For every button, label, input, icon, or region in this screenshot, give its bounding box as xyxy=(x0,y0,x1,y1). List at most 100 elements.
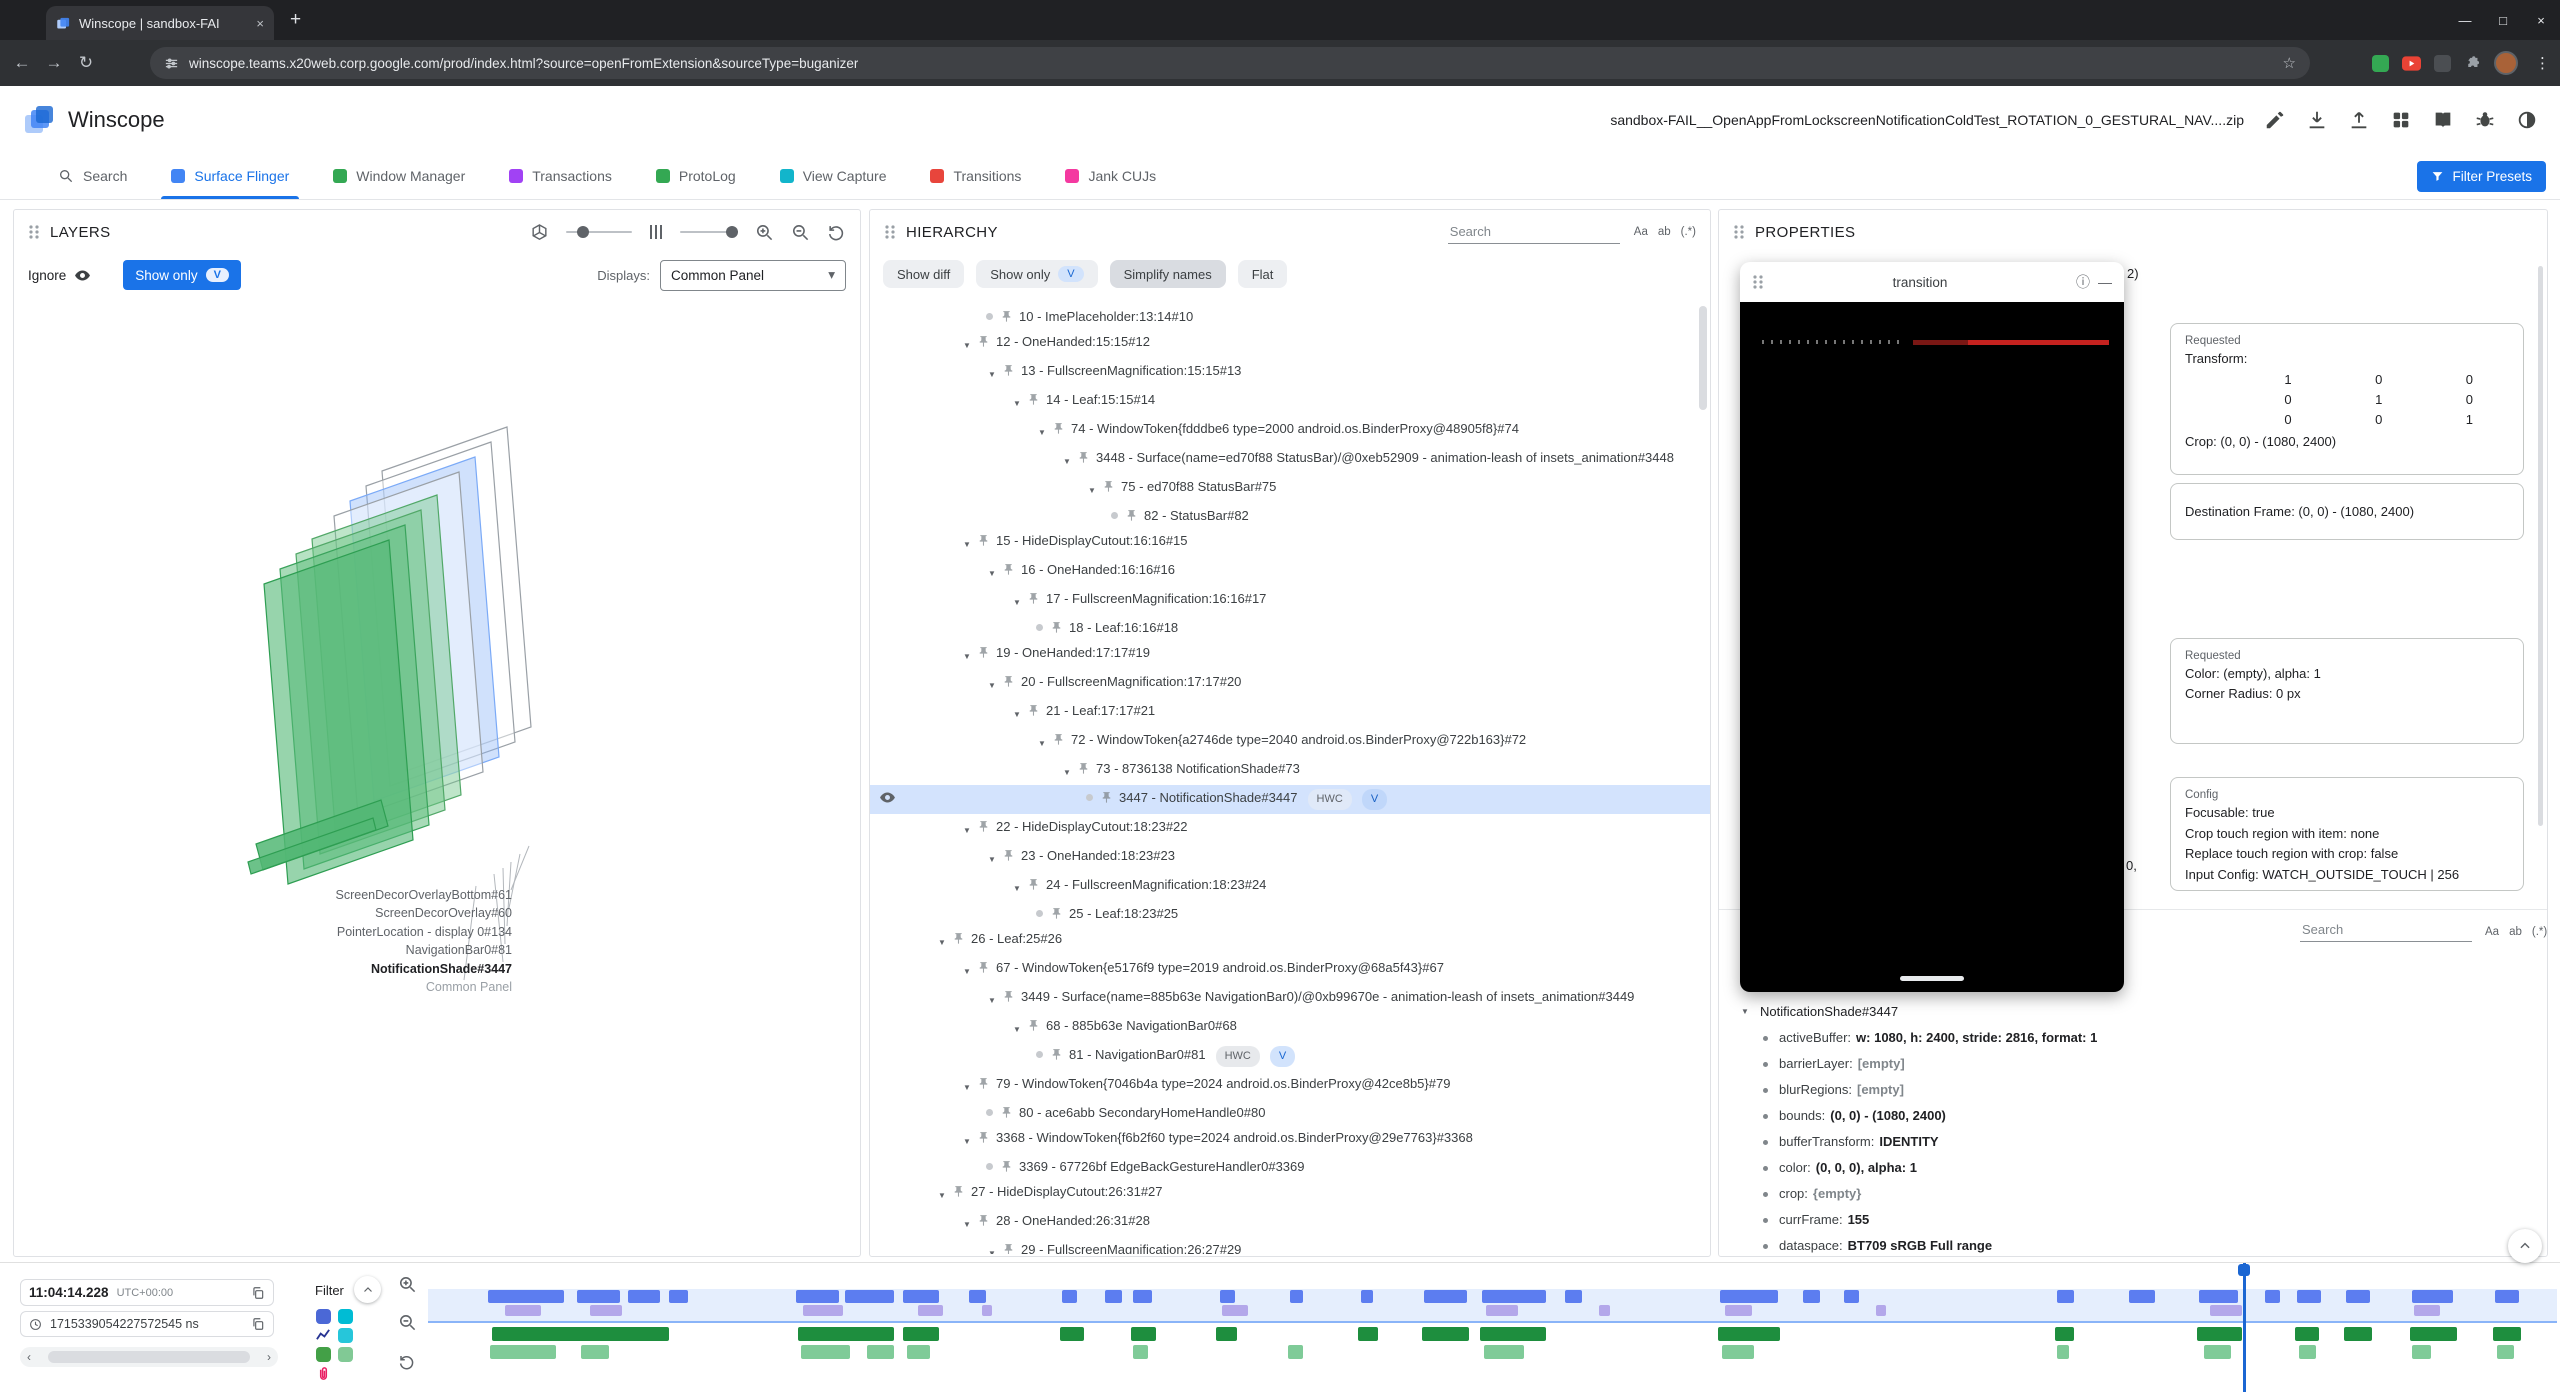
expand-chevron-icon[interactable]: ▼ xyxy=(1009,1017,1025,1038)
pin-icon[interactable] xyxy=(1027,592,1040,605)
hierarchy-node[interactable]: 3369 - 67726bf EdgeBackGestureHandler0#3… xyxy=(870,1154,1710,1179)
hierarchy-node[interactable]: ▼24 - FullscreenMagnification:18:23#24 xyxy=(870,872,1710,901)
properties-scrollbar[interactable] xyxy=(2538,266,2543,826)
panel-drag-icon[interactable] xyxy=(28,225,40,239)
regex-icon[interactable]: (.*) xyxy=(2532,926,2547,938)
timeline-reset-zoom-icon[interactable] xyxy=(398,1353,416,1371)
bug-report-icon[interactable] xyxy=(2474,109,2496,131)
hierarchy-node[interactable]: ▼29 - FullscreenMagnification:26:27#29 xyxy=(870,1237,1710,1254)
documentation-icon[interactable] xyxy=(2432,109,2454,131)
expand-chevron-icon[interactable]: ▼ xyxy=(959,959,975,980)
pin-icon[interactable] xyxy=(977,820,990,833)
back-icon[interactable]: ← xyxy=(8,53,36,73)
transactions-trace-icon[interactable] xyxy=(338,1309,353,1324)
hierarchy-node[interactable]: ▼26 - Leaf:25#26 xyxy=(870,926,1710,955)
pin-icon[interactable] xyxy=(1100,791,1113,804)
hierarchy-search-input[interactable] xyxy=(1448,220,1620,244)
hierarchy-node[interactable]: ▼28 - OneHanded:26:31#28 xyxy=(870,1208,1710,1237)
pin-icon[interactable] xyxy=(1077,451,1090,464)
windowmanager-trace-icon[interactable] xyxy=(316,1347,331,1362)
layer-label[interactable]: NavigationBar0#81 xyxy=(154,941,512,959)
surfaceflinger-trace-icon[interactable] xyxy=(316,1309,331,1324)
hierarchy-scrollbar[interactable] xyxy=(1699,306,1707,410)
window-close-icon[interactable]: × xyxy=(2522,13,2560,28)
hierarchy-node[interactable]: ▼67 - WindowToken{e5176f9 type=2019 andr… xyxy=(870,955,1710,984)
hierarchy-node[interactable]: ▼27 - HideDisplayCutout:26:31#27 xyxy=(870,1179,1710,1208)
pin-icon[interactable] xyxy=(1002,990,1015,1003)
pin-icon[interactable] xyxy=(1027,1019,1040,1032)
transition-overlay-window[interactable]: transition ⓘ — xyxy=(1740,262,2124,992)
filter-presets-button[interactable]: Filter Presets xyxy=(2417,161,2546,192)
show-only-chip[interactable]: Show only V xyxy=(976,260,1097,288)
show-diff-chip[interactable]: Show diff xyxy=(883,260,964,288)
pin-icon[interactable] xyxy=(977,1077,990,1090)
expand-chevron-icon[interactable]: ▼ xyxy=(1059,760,1075,781)
expand-chevron-icon[interactable]: ▼ xyxy=(1059,449,1075,470)
panel-drag-icon[interactable] xyxy=(1733,225,1745,239)
expand-chevron-icon[interactable]: ▼ xyxy=(984,673,1000,694)
hierarchy-node[interactable]: ▼13 - FullscreenMagnification:15:15#13 xyxy=(870,358,1710,387)
hierarchy-node[interactable]: 82 - StatusBar#82 xyxy=(870,503,1710,528)
visibility-icon[interactable] xyxy=(879,789,896,806)
match-case-icon[interactable]: Aa xyxy=(2485,926,2499,938)
expand-chevron-icon[interactable]: ▼ xyxy=(984,988,1000,1009)
hierarchy-node[interactable]: ▼79 - WindowToken{7046b4a type=2024 andr… xyxy=(870,1071,1710,1100)
pin-icon[interactable] xyxy=(1050,1048,1063,1061)
hierarchy-node[interactable]: ▼72 - WindowToken{a2746de type=2040 andr… xyxy=(870,727,1710,756)
pin-icon[interactable] xyxy=(977,1131,990,1144)
pin-icon[interactable] xyxy=(952,932,965,945)
expand-chevron-icon[interactable]: ▼ xyxy=(959,532,975,553)
bookmark-star-icon[interactable]: ☆ xyxy=(2283,54,2296,72)
browser-tab[interactable]: Winscope | sandbox-FAI × xyxy=(46,6,274,40)
timeline-zoom-out-icon[interactable] xyxy=(398,1313,417,1332)
match-word-icon[interactable]: ab xyxy=(2509,926,2522,938)
timeline-hscrollbar[interactable]: ‹ › xyxy=(20,1347,278,1367)
edit-icon[interactable] xyxy=(2264,109,2286,131)
layer-label[interactable]: ScreenDecorOverlay#60 xyxy=(154,904,512,922)
tab-view-capture[interactable]: View Capture xyxy=(758,153,909,199)
expand-chevron-icon[interactable]: ▼ xyxy=(959,644,975,665)
pin-icon[interactable] xyxy=(1002,675,1015,688)
timeline-zoom-in-icon[interactable] xyxy=(398,1275,417,1294)
expand-chevron-icon[interactable]: ▼ xyxy=(1737,1007,1753,1016)
pin-icon[interactable] xyxy=(1002,563,1015,576)
upload-icon[interactable] xyxy=(2348,109,2370,131)
3d-view-icon[interactable] xyxy=(530,223,549,242)
hierarchy-node[interactable]: ▼73 - 8736138 NotificationShade#73 xyxy=(870,756,1710,785)
tab-window-manager[interactable]: Window Manager xyxy=(311,153,487,199)
pin-icon[interactable] xyxy=(977,335,990,348)
window-minimize-icon[interactable]: — xyxy=(2446,13,2484,28)
expand-chevron-icon[interactable]: ▼ xyxy=(1084,478,1100,499)
layer-label[interactable]: PointerLocation - display 0#134 xyxy=(154,923,512,941)
pin-icon[interactable] xyxy=(977,961,990,974)
expand-chevron-icon[interactable]: ▼ xyxy=(1009,702,1025,723)
pin-icon[interactable] xyxy=(1000,310,1013,323)
hierarchy-node[interactable]: ▼21 - Leaf:17:17#21 xyxy=(870,698,1710,727)
tab-protolog[interactable]: ProtoLog xyxy=(634,153,758,199)
protolog-trace-icon[interactable] xyxy=(338,1347,353,1362)
copy-icon[interactable] xyxy=(251,1286,265,1300)
download-icon[interactable] xyxy=(2306,109,2328,131)
expand-chevron-icon[interactable]: ▼ xyxy=(1009,391,1025,412)
expand-chevron-icon[interactable]: ▼ xyxy=(984,362,1000,383)
expand-chevron-icon[interactable]: ▼ xyxy=(984,847,1000,868)
show-only-button[interactable]: Show only V xyxy=(123,260,241,290)
properties-search-input[interactable] xyxy=(2300,918,2472,942)
layer-label-selected[interactable]: NotificationShade#3447 xyxy=(154,960,512,978)
expand-chevron-icon[interactable]: ▼ xyxy=(934,930,950,951)
viewcapture-trace-icon[interactable] xyxy=(338,1328,353,1343)
pin-icon[interactable] xyxy=(977,646,990,659)
match-case-icon[interactable]: Aa xyxy=(1634,226,1648,238)
minimize-overlay-icon[interactable]: — xyxy=(2098,274,2112,290)
hierarchy-node[interactable]: 25 - Leaf:18:23#25 xyxy=(870,901,1710,926)
collapse-timeline-button[interactable] xyxy=(2508,1229,2542,1263)
tab-transactions[interactable]: Transactions xyxy=(487,153,634,199)
apps-icon[interactable] xyxy=(2390,109,2412,131)
hierarchy-node[interactable]: ▼68 - 885b63e NavigationBar0#68 xyxy=(870,1013,1710,1042)
displays-select[interactable]: Common Panel ▾ xyxy=(660,260,846,291)
expand-chevron-icon[interactable]: ▼ xyxy=(1009,876,1025,897)
pin-icon[interactable] xyxy=(1002,849,1015,862)
hierarchy-node[interactable]: 81 - NavigationBar0#81HWCV xyxy=(870,1042,1710,1071)
expand-chevron-icon[interactable]: ▼ xyxy=(959,818,975,839)
pin-icon[interactable] xyxy=(952,1185,965,1198)
